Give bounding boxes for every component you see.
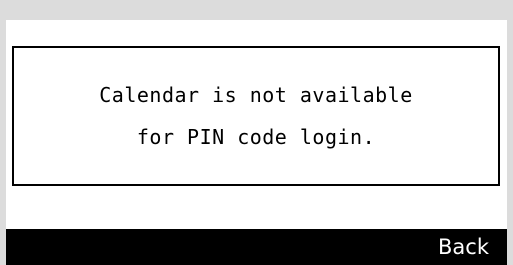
- softkey-bar: Back: [6, 229, 507, 265]
- message-dialog: Calendar is not available for PIN code l…: [12, 46, 500, 186]
- phone-screen: Calendar is not available for PIN code l…: [0, 0, 513, 265]
- message-line-1: Calendar is not available: [99, 83, 413, 107]
- display-area: Calendar is not available for PIN code l…: [6, 20, 507, 265]
- message-line-2: for PIN code login.: [136, 125, 376, 149]
- back-softkey[interactable]: Back: [438, 229, 489, 265]
